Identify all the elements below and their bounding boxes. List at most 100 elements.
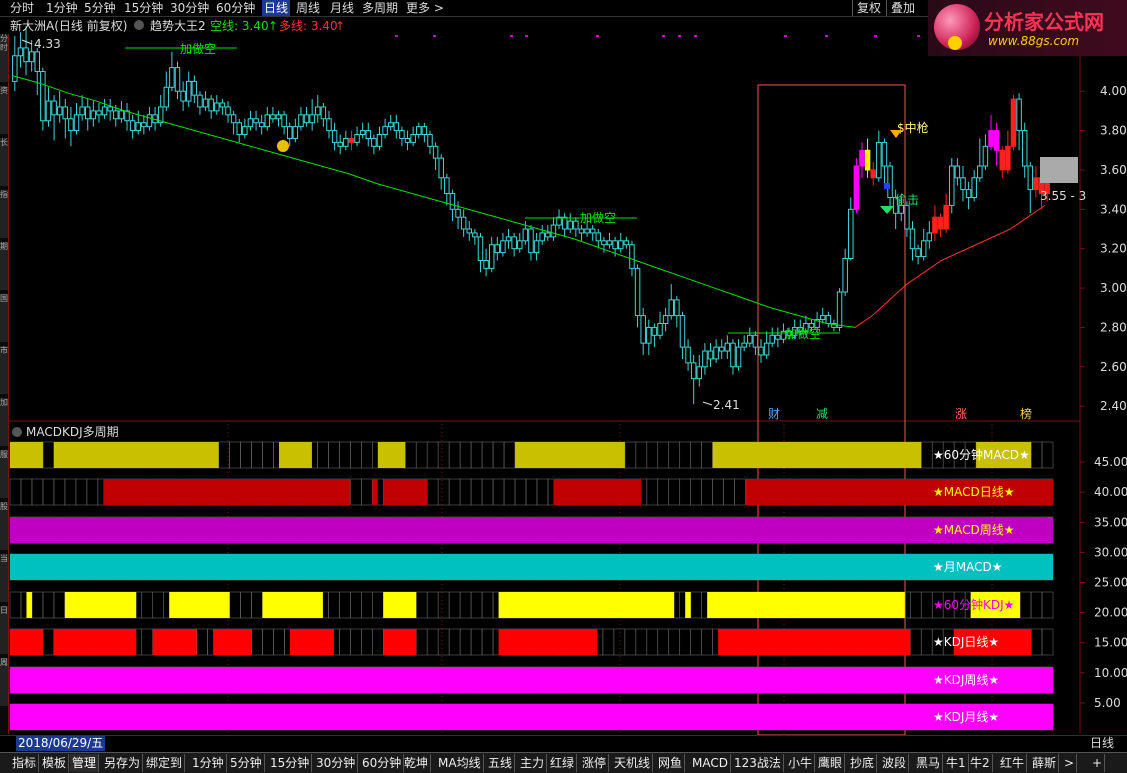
- bottom-tab-5[interactable]: 1分钟: [190, 754, 227, 772]
- period-tab-8[interactable]: 月线: [330, 0, 354, 16]
- bottom-tab-3[interactable]: 另存为: [102, 754, 144, 772]
- bottom-tab-15[interactable]: 涨停: [580, 754, 610, 772]
- period-tab-10[interactable]: 更多 >: [406, 0, 444, 16]
- right-tab-0[interactable]: 复权: [852, 0, 885, 16]
- heat-cell-1-116: [646, 478, 659, 506]
- bottom-tab-19[interactable]: 123战法: [732, 754, 784, 772]
- heat-cell-5-76: [426, 628, 439, 656]
- bottom-tab-24[interactable]: 黑马: [914, 754, 944, 772]
- left-strip-item-10[interactable]: 当: [0, 554, 8, 602]
- bottom-tab-10[interactable]: 乾坤: [402, 754, 432, 772]
- bottom-tab-9[interactable]: 60分钟: [360, 754, 405, 772]
- heat-cell-0-116: [646, 441, 659, 469]
- bottom-tab-27[interactable]: 红牛: [998, 754, 1028, 772]
- top-dash-10: [874, 35, 877, 37]
- bottom-scroll-right-icon[interactable]: >: [1062, 754, 1078, 772]
- heat-segment-1-2: [383, 479, 428, 505]
- sub-indicator-name[interactable]: MACDKDJ多周期: [26, 425, 119, 439]
- candle-body-110: [629, 244, 635, 269]
- indicator-name[interactable]: 趋势大王2: [150, 18, 206, 34]
- bottom-tab-12[interactable]: 五线: [486, 754, 516, 772]
- bottom-tab-21[interactable]: 鹰眼: [816, 754, 846, 772]
- heat-cell-4-58: [328, 591, 340, 619]
- left-strip-item-3[interactable]: 指: [0, 190, 8, 238]
- indicator-settings-icon[interactable]: [134, 20, 144, 30]
- bottom-tab-13[interactable]: 主力: [518, 754, 548, 772]
- heat-segment-4-6: [685, 592, 691, 618]
- candle-body-156: [887, 165, 893, 199]
- candle-body-145: [825, 315, 832, 324]
- sub-indicator-settings-icon[interactable]: [12, 427, 22, 437]
- candle-body-28: [169, 67, 175, 88]
- bottom-tab-6[interactable]: 5分钟: [228, 754, 265, 772]
- right-tab-1[interactable]: 叠加: [886, 0, 919, 16]
- bottom-add-icon[interactable]: +: [1090, 754, 1106, 772]
- left-strip-item-2[interactable]: 长: [0, 138, 8, 186]
- period-tab-2[interactable]: 5分钟: [84, 0, 116, 16]
- left-strip-item-9[interactable]: 股: [0, 502, 8, 550]
- bottom-tab-4[interactable]: 绑定到: [144, 754, 186, 772]
- left-strip-item-12[interactable]: 周: [0, 658, 8, 706]
- candle-body-85: [488, 244, 495, 269]
- candle-body-106: [606, 240, 613, 246]
- left-strip-item-8[interactable]: 服: [0, 450, 8, 498]
- price-tick-label-8: 2.60: [1100, 360, 1127, 374]
- left-strip-item-4[interactable]: 期: [0, 242, 8, 290]
- heat-cell-1-90: [503, 478, 516, 506]
- bottom-tab-14[interactable]: 红绿: [548, 754, 578, 772]
- candle-body-30: [180, 90, 186, 102]
- candle-body-49: [286, 126, 293, 139]
- period-tab-4[interactable]: 30分钟: [170, 0, 209, 16]
- bottom-tab-7[interactable]: 15分钟: [268, 754, 313, 772]
- period-tab-9[interactable]: 多周期: [362, 0, 398, 16]
- sub-tick-label-4: 25.00: [1094, 576, 1127, 590]
- bottom-tab-28[interactable]: 薛斯: [1030, 754, 1060, 772]
- left-strip-item-0[interactable]: 分时: [0, 34, 8, 82]
- bottom-tab-8[interactable]: 30分钟: [314, 754, 359, 772]
- left-strip-item-7[interactable]: 加: [0, 398, 8, 446]
- heat-cell-4-86: [481, 591, 494, 619]
- heat-segment-0-4: [515, 442, 625, 468]
- candle-body-55: [320, 106, 327, 120]
- bottom-tab-11[interactable]: MA均线: [436, 754, 484, 772]
- candle-body-12: [79, 106, 85, 116]
- bottom-tab-2[interactable]: 管理: [70, 754, 100, 772]
- main-chart-canvas[interactable]: 4.204.003.803.603.403.203.002.802.602.40…: [0, 0, 1127, 772]
- bottom-tab-20[interactable]: 小牛: [786, 754, 816, 772]
- bottom-tab-1[interactable]: 模板: [40, 754, 70, 772]
- bottom-tab-25[interactable]: 牛1: [944, 754, 969, 772]
- bottom-tab-22[interactable]: 抄底: [848, 754, 878, 772]
- bottom-tab-23[interactable]: 波段: [880, 754, 910, 772]
- candle-body-96: [550, 224, 557, 238]
- top-dash-6: [678, 35, 681, 37]
- period-tab-3[interactable]: 15分钟: [124, 0, 163, 16]
- candle-body-132: [752, 334, 759, 348]
- candle-body-39: [230, 114, 237, 124]
- left-strip-item-1[interactable]: 资: [0, 86, 8, 134]
- period-tab-6[interactable]: 日线: [262, 0, 291, 16]
- period-label[interactable]: 日线: [1090, 736, 1114, 751]
- bottom-tab-26[interactable]: 牛2: [968, 754, 993, 772]
- period-tab-0[interactable]: 分时: [10, 0, 34, 16]
- date-axis-bar: 2018/06/29/五 日线: [0, 735, 1127, 752]
- bottom-tab-17[interactable]: 网鱼: [656, 754, 686, 772]
- heat-segment-4-4: [383, 592, 417, 618]
- candle-body-108: [617, 240, 624, 250]
- heat-segment-5-5: [383, 629, 417, 655]
- bottom-tab-0[interactable]: 指标: [10, 754, 40, 772]
- period-tab-5[interactable]: 60分钟: [216, 0, 255, 16]
- bottom-tab-16[interactable]: 天机线: [612, 754, 654, 772]
- candle-body-81: [466, 228, 473, 234]
- candle-body-116: [662, 315, 669, 324]
- period-tab-7[interactable]: 周线: [296, 0, 320, 16]
- left-strip-item-6[interactable]: 市: [0, 346, 8, 394]
- bottom-tab-18[interactable]: MACD: [690, 754, 731, 772]
- candle-body-148: [842, 258, 848, 293]
- heat-segment-0-5: [712, 442, 922, 468]
- heat-segment-5-7: [718, 629, 911, 655]
- left-strip-item-11[interactable]: 日: [0, 606, 8, 654]
- short-add-label-1: 加做空: [180, 41, 216, 56]
- left-strip-item-5[interactable]: 国: [0, 294, 8, 342]
- period-tab-1[interactable]: 1分钟: [46, 0, 78, 16]
- heat-cell-0-60: [339, 441, 351, 469]
